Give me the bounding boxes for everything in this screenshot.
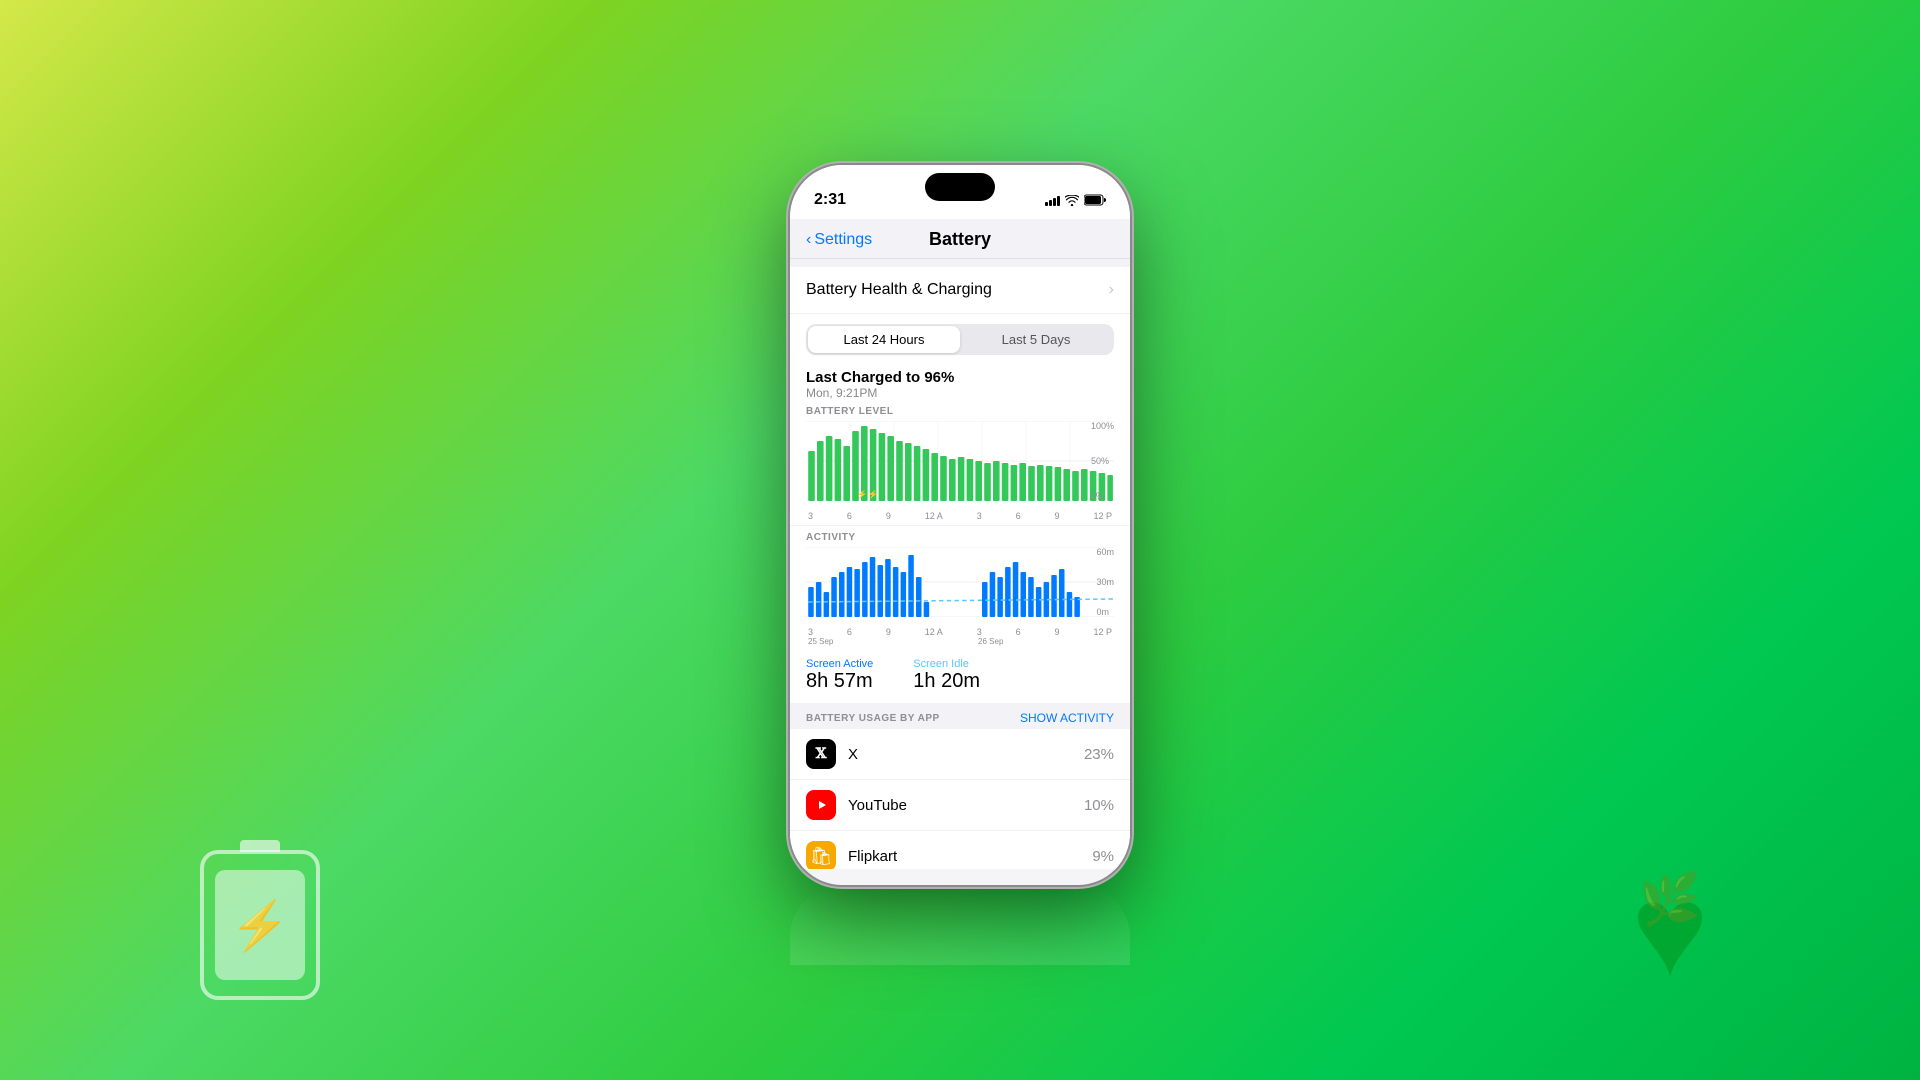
activity-y-labels: 60m 30m 0m [1096, 547, 1114, 617]
deco-heart-icon: ♥ 🌿 [1580, 840, 1760, 1020]
battery-y-labels: 100% 50% 0% [1091, 421, 1114, 501]
screen-active-value: 8h 57m [806, 670, 873, 693]
activity-chart-section: ACTIVITY [790, 526, 1130, 650]
app-pct-flipkart: 9% [1092, 848, 1114, 865]
deco-battery-fill: ⚡ [215, 870, 305, 980]
status-icons [1045, 194, 1106, 206]
battery-chart-section: Last Charged to 96% Mon, 9:21PM BATTERY … [790, 361, 1130, 525]
nav-title: Battery [929, 229, 991, 250]
battery-level-label: BATTERY LEVEL [806, 406, 1114, 417]
app-row-flipkart[interactable]: 🛍 Flipkart 9% [790, 831, 1130, 869]
screen-idle-stat: Screen Idle 1h 20m [913, 658, 980, 693]
nav-bar: ‹ Settings Battery [790, 219, 1130, 259]
screen-stats: Screen Active 8h 57m Screen Idle 1h 20m [790, 650, 1130, 703]
time-range-selector: Last 24 Hours Last 5 Days [790, 314, 1130, 361]
phone-frame: 2:31 [790, 165, 1130, 885]
deco-battery-icon: ⚡ [200, 850, 320, 1000]
app-pct-x: 23% [1084, 746, 1114, 763]
spacer [790, 259, 1130, 267]
charged-time: Mon, 9:21PM [806, 386, 1114, 400]
back-button[interactable]: ‹ Settings [806, 231, 872, 249]
activity-chart: 60m 30m 0m [806, 547, 1114, 627]
wifi-icon [1065, 195, 1079, 206]
battery-health-label: Battery Health & Charging [806, 281, 992, 299]
app-name-youtube: YouTube [848, 797, 1084, 814]
signal-bars-icon [1045, 194, 1060, 206]
last-5d-tab[interactable]: Last 5 Days [960, 326, 1112, 353]
app-usage-list: 𝕏 X 23% YouTube 10% 🛍 [790, 729, 1130, 869]
back-label: Settings [814, 231, 872, 249]
battery-x-labels: 3 6 9 12 A 3 6 9 12 P [806, 511, 1114, 521]
app-icon-x: 𝕏 [806, 739, 836, 769]
battery-health-card: Battery Health & Charging › [790, 267, 1130, 314]
show-activity-button[interactable]: SHOW ACTIVITY [1020, 711, 1114, 725]
chevron-left-icon: ‹ [806, 231, 811, 249]
activity-x-dates: 25 Sep 26 Sep [806, 637, 1114, 646]
screen-active-label: Screen Active [806, 658, 873, 670]
charged-info: Last Charged to 96% Mon, 9:21PM [806, 369, 1114, 400]
app-row-x[interactable]: 𝕏 X 23% [790, 729, 1130, 780]
last-24h-tab[interactable]: Last 24 Hours [808, 326, 960, 353]
content-area: Battery Health & Charging › Last 24 Hour… [790, 259, 1130, 869]
activity-chart-svg [806, 547, 1114, 617]
screen-idle-label: Screen Idle [913, 658, 980, 670]
charged-title: Last Charged to 96% [806, 369, 1114, 386]
segmented-control: Last 24 Hours Last 5 Days [806, 324, 1114, 355]
app-icon-youtube [806, 790, 836, 820]
battery-status-icon [1084, 194, 1106, 206]
app-pct-youtube: 10% [1084, 797, 1114, 814]
phone-container: 2:31 [790, 165, 1130, 915]
usage-by-app-header: BATTERY USAGE BY APP SHOW ACTIVITY [790, 703, 1130, 729]
app-row-youtube[interactable]: YouTube 10% [790, 780, 1130, 831]
battery-health-chevron: › [1109, 281, 1114, 299]
app-icon-flipkart: 🛍 [806, 841, 836, 869]
screen-active-stat: Screen Active 8h 57m [806, 658, 873, 693]
dynamic-island [925, 173, 995, 201]
phone-reflection [790, 885, 1130, 965]
activity-x-labels: 3 6 9 12 A 3 6 9 12 P [806, 627, 1114, 637]
battery-chart-svg: ⚡⚡ [806, 421, 1114, 501]
svg-text:⚡⚡: ⚡⚡ [857, 489, 879, 499]
app-name-flipkart: Flipkart [848, 848, 1092, 865]
battery-health-row[interactable]: Battery Health & Charging › [790, 267, 1130, 314]
status-bar: 2:31 [790, 165, 1130, 219]
status-time: 2:31 [814, 191, 846, 209]
bolt-icon: ⚡ [230, 897, 290, 954]
usage-section-label: BATTERY USAGE BY APP [806, 713, 940, 724]
app-name-x: X [848, 746, 1084, 763]
activity-label: ACTIVITY [806, 532, 1114, 543]
battery-level-chart: ⚡⚡ 100% 50% 0% [806, 421, 1114, 511]
screen-idle-value: 1h 20m [913, 670, 980, 693]
